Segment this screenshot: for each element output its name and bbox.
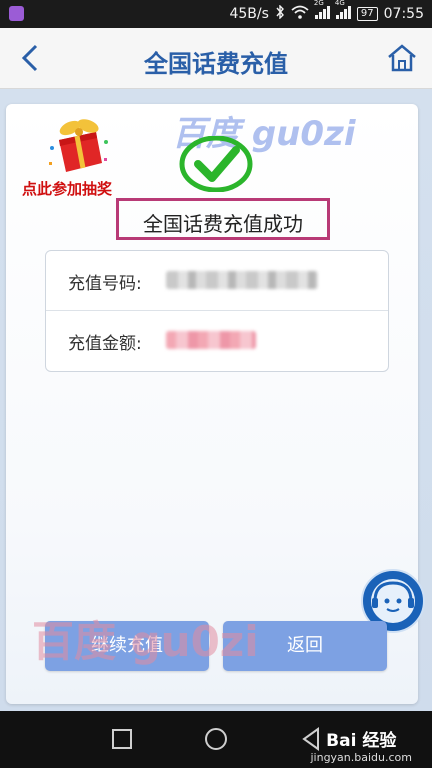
home-nav-button[interactable] [202, 725, 230, 753]
signal-bars-icon [335, 5, 351, 19]
signal-2g: 2G [314, 0, 330, 23]
network-2g-label: 2G [313, 0, 324, 7]
status-bar: 45B/s 2G 4G 97 07:55 [0, 0, 432, 28]
success-message-box: 全国话费充值成功 [116, 198, 330, 240]
signal-bars-icon [314, 5, 330, 19]
circle-icon [205, 728, 227, 750]
watermark-bottom: 百度 gu0zi [32, 617, 259, 666]
network-speed: 45B/s [229, 6, 269, 22]
page-title: 全国话费充值 [144, 50, 288, 78]
home-icon [388, 44, 416, 72]
success-message: 全国话费充值成功 [143, 212, 303, 236]
notification-app-icon [9, 6, 24, 21]
lottery-label: 点此参加抽奖 [22, 180, 113, 198]
square-icon [112, 729, 132, 749]
gift-icon [44, 118, 114, 178]
recharge-number-label: 充值号码: [68, 274, 142, 294]
lottery-link[interactable]: 点此参加抽奖 [22, 118, 132, 198]
recharge-details: 充值号码: 充值金额: [45, 250, 389, 372]
wifi-icon [291, 5, 309, 23]
recent-apps-button[interactable] [108, 725, 136, 753]
navigation-bar: Bai 经验 jingyan.baidu.com [0, 711, 432, 768]
home-button[interactable] [386, 42, 418, 74]
signal-4g: 4G [335, 0, 351, 23]
recharge-amount-label: 充值金额: [68, 334, 142, 354]
bluetooth-icon [275, 4, 285, 23]
network-4g-label: 4G [334, 0, 345, 7]
success-check-icon [178, 135, 254, 193]
baidu-jingyan-watermark: Bai 经验 jingyan.baidu.com [310, 726, 412, 764]
baidu-jingyan-url: jingyan.baidu.com [310, 751, 412, 764]
status-right: 45B/s 2G 4G 97 07:55 [229, 0, 424, 23]
detail-row-amount: 充值金额: [46, 311, 388, 370]
detail-row-number: 充值号码: [46, 251, 388, 311]
baidu-jingyan-logo: Bai 经验 [326, 731, 397, 751]
battery-indicator: 97 [356, 7, 378, 21]
clock: 07:55 [383, 6, 424, 22]
title-bar: 全国话费充值 [0, 28, 432, 89]
recharge-amount-value-redacted [166, 331, 256, 349]
recharge-number-value-redacted [166, 271, 318, 289]
